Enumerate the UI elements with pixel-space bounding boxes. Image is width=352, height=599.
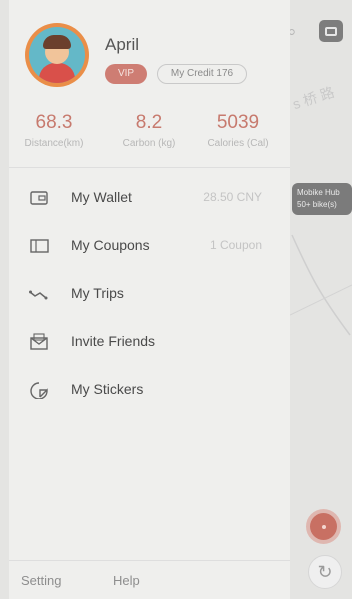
coupon-icon — [30, 239, 49, 253]
menu-label: My Trips — [71, 285, 124, 301]
setting-link[interactable]: Setting — [21, 573, 61, 588]
stat-value: 8.2 — [135, 112, 163, 133]
menu-label: Invite Friends — [71, 333, 156, 349]
menu-item-trips[interactable]: My Trips — [9, 274, 290, 314]
refresh-icon[interactable]: ↻ — [308, 555, 342, 589]
envelope-icon — [30, 333, 48, 350]
message-icon[interactable] — [319, 20, 343, 42]
wallet-balance: 28.50 CNY — [203, 190, 262, 204]
hub-title: Mobike Hub — [297, 188, 340, 197]
menu-item-wallet[interactable]: My Wallet 28.50 CNY — [9, 178, 290, 218]
help-link[interactable]: Help — [113, 573, 140, 588]
map-route-lines — [290, 234, 352, 336]
stat-value: 5039 — [216, 112, 260, 133]
side-drawer: April VIP My Credit 176 68.3 Distance(km… — [9, 0, 290, 599]
coupon-count: 1 Coupon — [209, 238, 262, 252]
menu-item-invite[interactable]: Invite Friends — [9, 322, 290, 362]
divider — [9, 167, 290, 168]
wallet-icon — [30, 191, 48, 205]
stat-label: Distance(km) — [24, 138, 84, 149]
menu-label: My Coupons — [71, 237, 150, 253]
trips-icon — [29, 290, 48, 300]
hub-subtitle: 50+ bike(s) — [297, 200, 337, 209]
username: April — [105, 35, 140, 54]
menu-label: My Stickers — [71, 381, 144, 397]
stat-value: 68.3 — [35, 112, 73, 133]
stat-distance: 68.3 Distance(km) — [9, 112, 99, 149]
location-pin-icon[interactable] — [310, 513, 337, 540]
avatar[interactable] — [25, 23, 89, 87]
map-road-label: s 桥 路 — [290, 83, 337, 113]
vip-badge[interactable]: VIP — [105, 64, 147, 84]
stat-carbon: 8.2 Carbon (kg) — [104, 112, 194, 149]
mobike-hub-marker[interactable]: Mobike Hub 50+ bike(s) — [292, 183, 352, 215]
menu-item-coupons[interactable]: My Coupons 1 Coupon — [9, 226, 290, 266]
menu-item-stickers[interactable]: My Stickers — [9, 370, 290, 410]
stat-label: Calories (Cal) — [207, 138, 269, 149]
stat-label: Carbon (kg) — [122, 138, 176, 149]
divider — [9, 560, 290, 561]
menu-label: My Wallet — [71, 189, 132, 205]
sticker-icon — [30, 382, 48, 399]
credit-badge[interactable]: My Credit 176 — [157, 64, 247, 84]
stat-calories: 5039 Calories (Cal) — [193, 112, 283, 149]
